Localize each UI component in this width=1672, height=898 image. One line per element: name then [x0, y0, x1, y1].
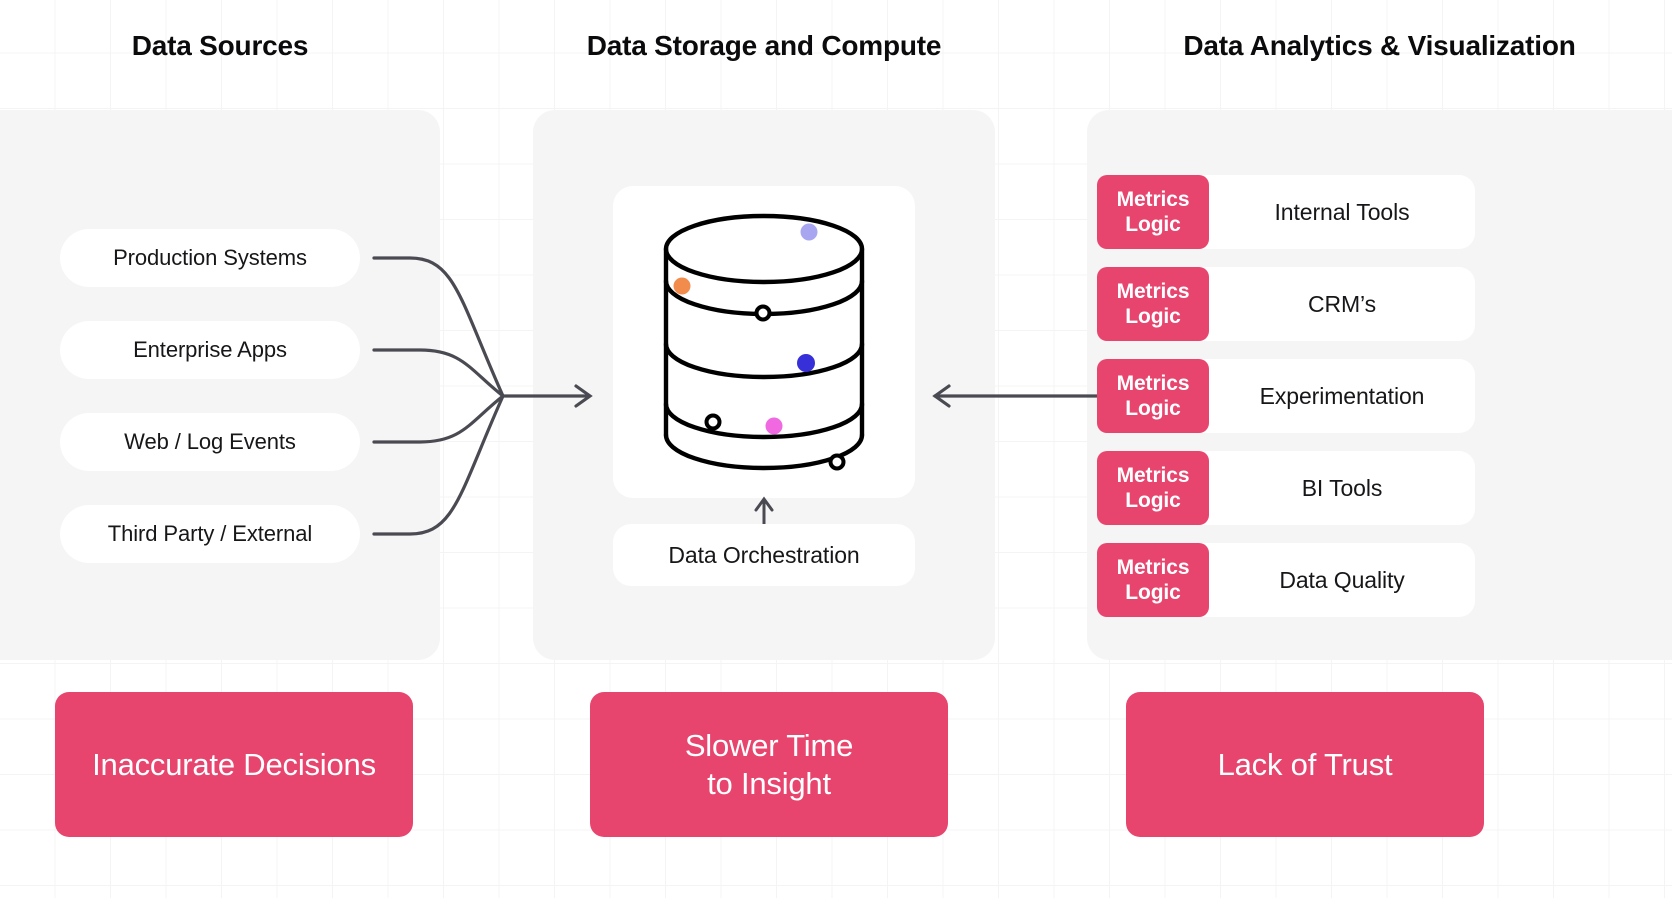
- source-pill-third-party-external[interactable]: Third Party / External: [60, 505, 360, 563]
- outcome-lack-of-trust[interactable]: Lack of Trust: [1126, 692, 1484, 837]
- metrics-logic-line-2: Logic: [1125, 397, 1181, 420]
- cylinder-band-3: [663, 401, 865, 440]
- hollow-dot-mid: [704, 413, 722, 431]
- metrics-logic-line-2: Logic: [1125, 581, 1181, 604]
- metrics-logic-line-2: Logic: [1125, 213, 1181, 236]
- source-pill-production-systems[interactable]: Production Systems: [60, 229, 360, 287]
- periwinkle-dot: [800, 223, 818, 241]
- metrics-logic-line-1: Metrics: [1116, 464, 1190, 487]
- analytics-row-experimentation[interactable]: Experimentation Metrics Logic: [1097, 359, 1672, 433]
- outcome-slower-time-to-insight[interactable]: Slower Time to Insight: [590, 692, 948, 837]
- analytics-row-crms[interactable]: CRM’s Metrics Logic: [1097, 267, 1672, 341]
- panel-data-sources: [0, 110, 440, 660]
- analytics-row-internal-tools[interactable]: Internal Tools Metrics Logic: [1097, 175, 1672, 249]
- analytics-row-data-quality[interactable]: Data Quality Metrics Logic: [1097, 543, 1672, 617]
- metrics-logic-line-1: Metrics: [1116, 372, 1190, 395]
- metrics-logic-badge-crms[interactable]: Metrics Logic: [1097, 267, 1209, 341]
- data-orchestration-card[interactable]: Data Orchestration: [613, 524, 915, 586]
- metrics-logic-badge-experimentation[interactable]: Metrics Logic: [1097, 359, 1209, 433]
- outcome-inaccurate-decisions[interactable]: Inaccurate Decisions: [55, 692, 413, 837]
- database-card: [613, 186, 915, 498]
- metrics-logic-badge-data-quality[interactable]: Metrics Logic: [1097, 543, 1209, 617]
- metrics-logic-line-1: Metrics: [1116, 556, 1190, 579]
- blue-dot: [797, 354, 815, 372]
- hollow-dot-top: [754, 304, 772, 322]
- column-title-data-sources: Data Sources: [131, 30, 309, 61]
- metrics-logic-line-1: Metrics: [1116, 188, 1190, 211]
- analytics-row-bi-tools[interactable]: BI Tools Metrics Logic: [1097, 451, 1672, 525]
- metrics-logic-line-1: Metrics: [1116, 280, 1190, 303]
- metrics-logic-line-2: Logic: [1125, 489, 1181, 512]
- diagram-canvas: Data Sources Data Storage and Compute Da…: [0, 0, 1672, 898]
- database-cylinder-icon: [663, 213, 865, 471]
- metrics-logic-badge-internal-tools[interactable]: Metrics Logic: [1097, 175, 1209, 249]
- column-title-data-analytics: Data Analytics & Visualization: [1183, 30, 1576, 61]
- metrics-logic-badge-bi-tools[interactable]: Metrics Logic: [1097, 451, 1209, 525]
- source-pill-enterprise-apps[interactable]: Enterprise Apps: [60, 321, 360, 379]
- cylinder-band-2: [663, 341, 865, 380]
- column-title-data-storage: Data Storage and Compute: [586, 30, 942, 61]
- hollow-dot-bottom: [828, 453, 846, 471]
- magenta-dot: [765, 417, 783, 435]
- cylinder-top-ellipse: [663, 213, 865, 285]
- source-pill-web-log-events[interactable]: Web / Log Events: [60, 413, 360, 471]
- metrics-logic-line-2: Logic: [1125, 305, 1181, 328]
- orange-dot: [673, 277, 691, 295]
